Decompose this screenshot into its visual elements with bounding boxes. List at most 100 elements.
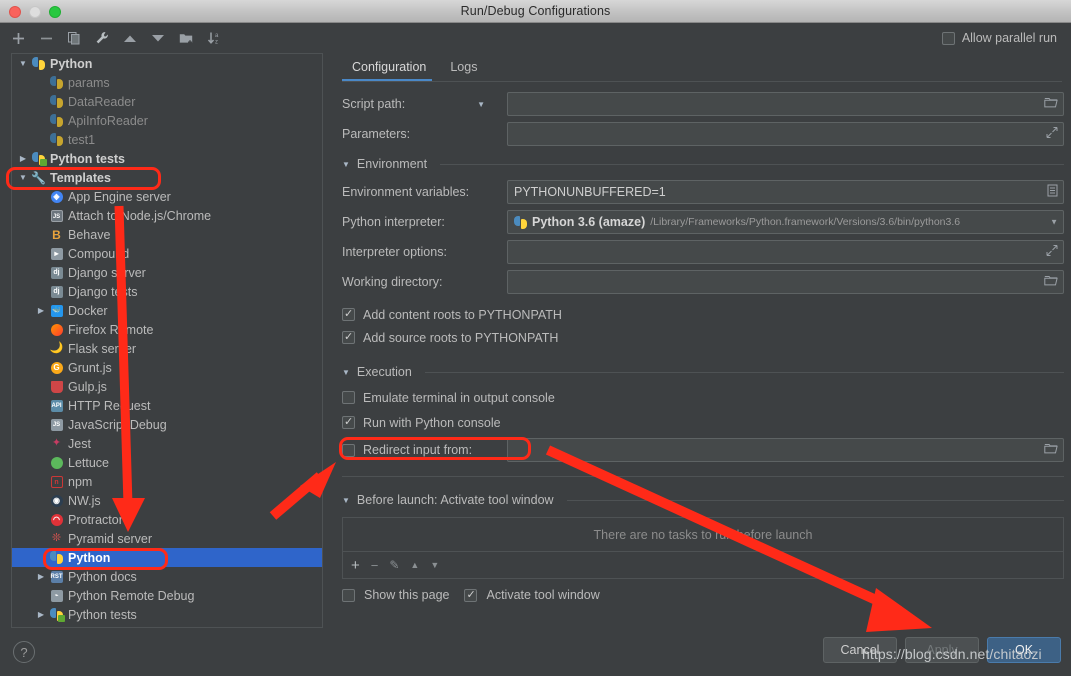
list-icon[interactable] bbox=[1047, 184, 1058, 200]
tree-item-flask-server[interactable]: 🌙 Flask server bbox=[12, 339, 322, 358]
redirect-input-field[interactable] bbox=[507, 438, 1064, 462]
edit-templates-wrench-icon[interactable] bbox=[93, 29, 111, 47]
script-path-label-group[interactable]: Script path: ▼ bbox=[342, 97, 507, 111]
tree-item-pyramid-server[interactable]: ❊ Pyramid server bbox=[12, 529, 322, 548]
chevron-right-icon[interactable]: ▶ bbox=[34, 572, 48, 581]
move-task-up-icon[interactable]: ▲ bbox=[410, 560, 419, 570]
move-up-icon[interactable] bbox=[121, 29, 139, 47]
help-button[interactable]: ? bbox=[13, 641, 35, 663]
python-tests-icon bbox=[48, 607, 65, 622]
allow-parallel-run-row[interactable]: Allow parallel run bbox=[941, 31, 1057, 45]
tree-item-gulp-js[interactable]: Gulp.js bbox=[12, 377, 322, 396]
add-content-roots-row[interactable]: Add content roots to PYTHONPATH bbox=[342, 303, 1064, 326]
tree-item-docker[interactable]: ▶ 🐳 Docker bbox=[12, 301, 322, 320]
remove-task-icon[interactable]: − bbox=[371, 558, 379, 573]
sort-alphabetically-icon[interactable]: az bbox=[205, 29, 223, 47]
collapse-triangle-icon[interactable]: ▼ bbox=[342, 160, 350, 169]
tree-item-python[interactable]: ▼ Python bbox=[12, 54, 322, 73]
zoom-button[interactable] bbox=[49, 6, 61, 18]
minimize-button[interactable] bbox=[29, 6, 41, 18]
close-button[interactable] bbox=[9, 6, 21, 18]
tree-item-django-tests[interactable]: dj Django tests bbox=[12, 282, 322, 301]
app-engine-icon: ◈ bbox=[48, 189, 65, 204]
tree-item-compound[interactable]: ▸ Compound bbox=[12, 244, 322, 263]
chevron-down-icon[interactable]: ▼ bbox=[16, 173, 30, 182]
folder-icon[interactable] bbox=[1044, 275, 1058, 290]
working-directory-input[interactable] bbox=[507, 270, 1064, 294]
execution-section-header[interactable]: ▼ Execution bbox=[342, 359, 1064, 385]
tree-item-datareader[interactable]: DataReader bbox=[12, 92, 322, 111]
parameters-input[interactable] bbox=[507, 122, 1064, 146]
remove-configuration-icon[interactable] bbox=[37, 29, 55, 47]
tree-item-templates[interactable]: ▼ 🔧 Templates bbox=[12, 168, 322, 187]
tree-item-apiinforeader[interactable]: ApiInfoReader bbox=[12, 111, 322, 130]
add-content-roots-checkbox[interactable] bbox=[342, 307, 355, 321]
tree-item-python[interactable]: Python bbox=[12, 548, 322, 567]
allow-parallel-run-checkbox[interactable] bbox=[941, 31, 955, 45]
flask-icon: 🌙 bbox=[49, 342, 64, 354]
interpreter-options-input[interactable] bbox=[507, 240, 1064, 264]
tree-item-attach-to-node-js-chrome[interactable]: JS Attach to Node.js/Chrome bbox=[12, 206, 322, 225]
tree-item-http-request[interactable]: API HTTP Request bbox=[12, 396, 322, 415]
chevron-down-icon[interactable]: ▼ bbox=[16, 59, 30, 68]
window-controls[interactable] bbox=[9, 6, 61, 18]
emulate-terminal-checkbox[interactable] bbox=[342, 391, 355, 404]
tree-item-app-engine-server[interactable]: ◈ App Engine server bbox=[12, 187, 322, 206]
activate-tool-window-checkbox[interactable] bbox=[464, 588, 478, 602]
chevron-down-icon[interactable]: ▼ bbox=[1050, 218, 1058, 227]
tree-item-firefox-remote[interactable]: Firefox Remote bbox=[12, 320, 322, 339]
lettuce-icon bbox=[48, 455, 65, 470]
tab-logs[interactable]: Logs bbox=[440, 56, 491, 81]
tree-item-grunt-js[interactable]: G Grunt.js bbox=[12, 358, 322, 377]
tree-item-behave[interactable]: B Behave bbox=[12, 225, 322, 244]
run-with-python-console-row[interactable]: Run with Python console bbox=[342, 410, 1064, 435]
folder-icon[interactable] bbox=[1044, 97, 1058, 112]
run-with-python-console-checkbox[interactable] bbox=[342, 415, 355, 429]
copy-configuration-icon[interactable] bbox=[65, 29, 83, 47]
window-title: Run/Debug Configurations bbox=[460, 4, 611, 18]
tree-item-nw-js[interactable]: ◉ NW.js bbox=[12, 491, 322, 510]
chevron-right-icon[interactable]: ▶ bbox=[34, 306, 48, 315]
tree-item-python-tests[interactable]: ▶ Python tests bbox=[12, 605, 322, 624]
expand-icon[interactable] bbox=[1046, 245, 1058, 260]
tree-item-npm[interactable]: n npm bbox=[12, 472, 322, 491]
tree-item-label: Protractor bbox=[68, 512, 123, 527]
tree-item-python-docs[interactable]: ▶ RST Python docs bbox=[12, 567, 322, 586]
chevron-right-icon[interactable]: ▶ bbox=[16, 154, 30, 163]
tab-configuration[interactable]: Configuration bbox=[342, 56, 440, 81]
tree-item-python-tests[interactable]: ▶ Python tests bbox=[12, 149, 322, 168]
add-source-roots-row[interactable]: Add source roots to PYTHONPATH bbox=[342, 326, 1064, 349]
before-launch-task-list[interactable]: There are no tasks to run before launch … bbox=[342, 517, 1064, 579]
move-task-down-icon[interactable]: ▼ bbox=[430, 560, 439, 570]
redirect-input-label-group[interactable]: Redirect input from: bbox=[342, 443, 507, 457]
add-source-roots-checkbox[interactable] bbox=[342, 330, 355, 344]
script-path-input[interactable] bbox=[507, 92, 1064, 116]
edit-task-icon[interactable]: ✎ bbox=[389, 558, 399, 572]
add-task-icon[interactable]: + bbox=[351, 557, 360, 574]
configurations-tree[interactable]: ▼ Python params DataReader ApiInfoReader test… bbox=[11, 53, 323, 628]
tree-item-python-remote-debug[interactable]: ⌁ Python Remote Debug bbox=[12, 586, 322, 605]
tree-item-test1[interactable]: test1 bbox=[12, 130, 322, 149]
chevron-down-icon[interactable]: ▼ bbox=[477, 100, 485, 109]
expand-icon[interactable] bbox=[1046, 127, 1058, 142]
show-this-page-checkbox[interactable] bbox=[342, 588, 355, 602]
tree-item-javascript-debug[interactable]: JS JavaScript Debug bbox=[12, 415, 322, 434]
redirect-input-checkbox[interactable] bbox=[342, 443, 355, 457]
chevron-right-icon[interactable]: ▶ bbox=[34, 610, 48, 619]
new-folder-icon[interactable] bbox=[177, 29, 195, 47]
add-configuration-icon[interactable] bbox=[9, 29, 27, 47]
tree-item-jest[interactable]: ✦ Jest bbox=[12, 434, 322, 453]
tree-item-params[interactable]: params bbox=[12, 73, 322, 92]
before-launch-section-header[interactable]: ▼ Before launch: Activate tool window bbox=[342, 487, 1064, 513]
emulate-terminal-row[interactable]: Emulate terminal in output console bbox=[342, 385, 1064, 410]
tree-item-protractor[interactable]: ◠ Protractor bbox=[12, 510, 322, 529]
collapse-triangle-icon[interactable]: ▼ bbox=[342, 368, 350, 377]
environment-variables-input[interactable]: PYTHONUNBUFFERED=1 bbox=[507, 180, 1064, 204]
folder-icon[interactable] bbox=[1044, 443, 1058, 458]
environment-section-header[interactable]: ▼ Environment bbox=[342, 151, 1064, 177]
tree-item-lettuce[interactable]: Lettuce bbox=[12, 453, 322, 472]
python-interpreter-select[interactable]: Python 3.6 (amaze) /Library/Frameworks/P… bbox=[507, 210, 1064, 234]
collapse-triangle-icon[interactable]: ▼ bbox=[342, 496, 350, 505]
tree-item-django-server[interactable]: dj Django server bbox=[12, 263, 322, 282]
move-down-icon[interactable] bbox=[149, 29, 167, 47]
